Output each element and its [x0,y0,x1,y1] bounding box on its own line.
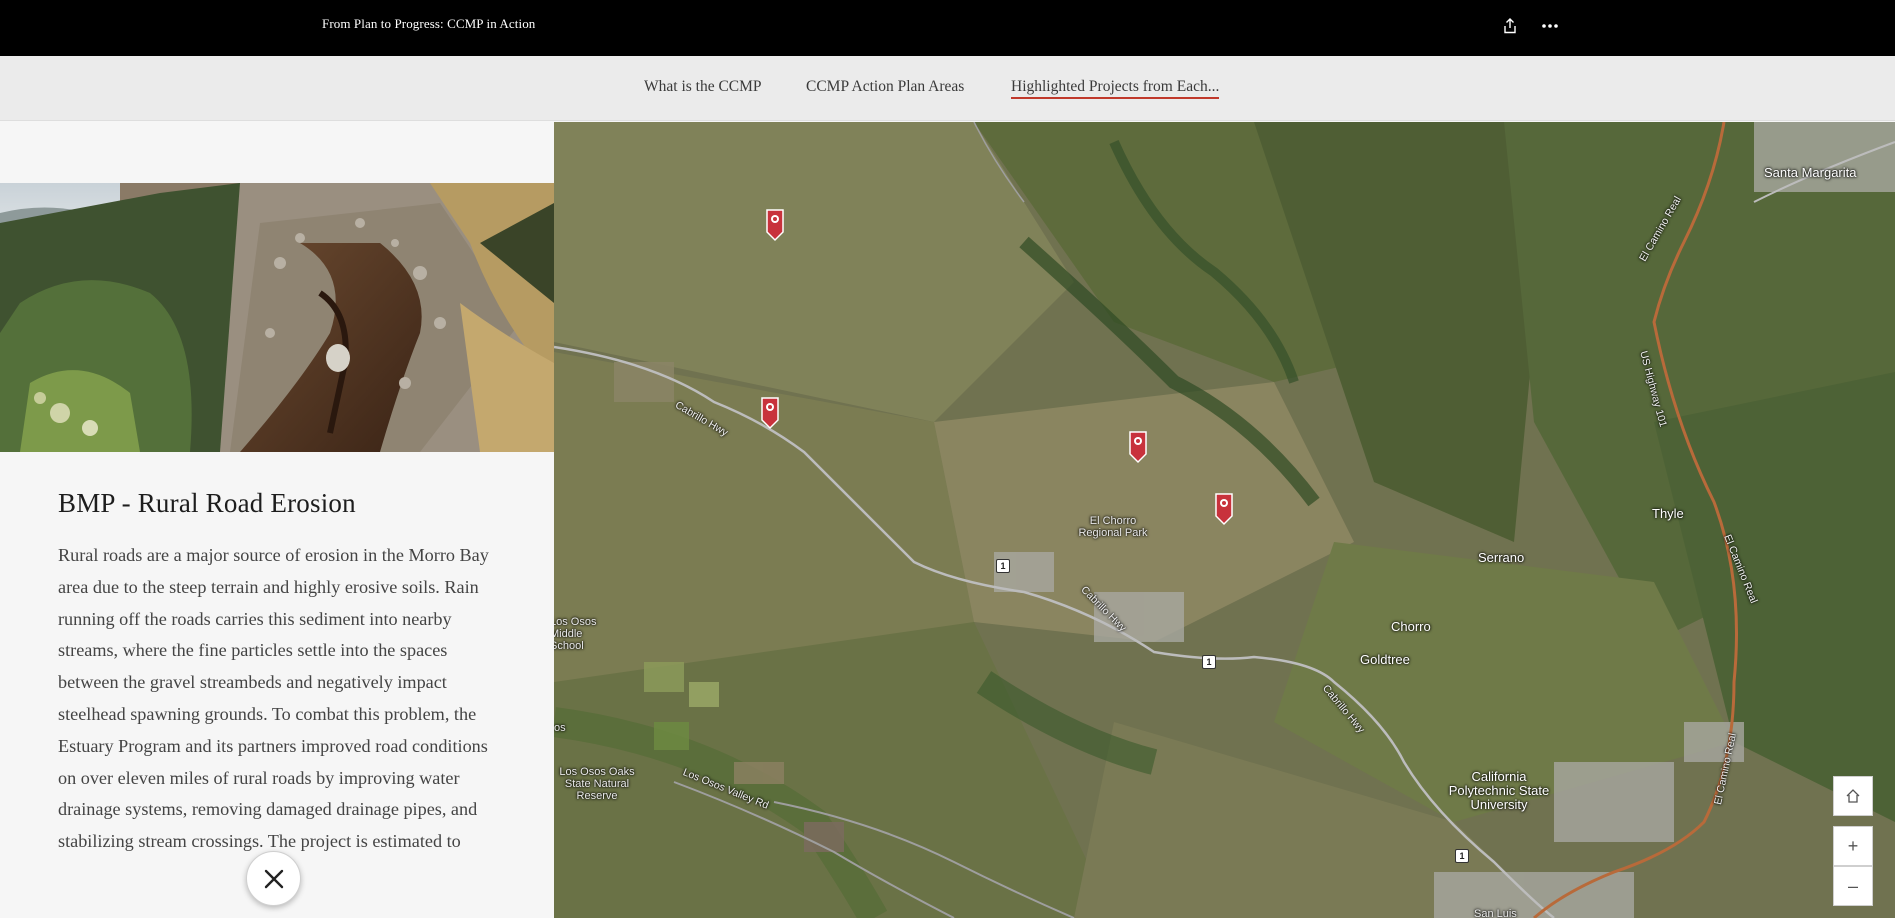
tab-what-is-ccmp[interactable]: What is the CCMP [644,78,762,96]
close-button[interactable] [246,851,301,906]
project-marker[interactable] [1128,430,1148,464]
tab-highlighted-projects[interactable]: Highlighted Projects from Each... [1011,78,1220,99]
top-header: From Plan to Progress: CCMP in Action [0,0,1895,56]
map-pin-icon [761,397,779,430]
label-serrano: Serrano [1478,550,1525,565]
share-button[interactable] [1496,12,1524,40]
map-pin-icon [1129,431,1147,464]
close-icon [264,869,283,888]
zoom-out-button[interactable]: – [1833,866,1873,906]
zoom-in-button[interactable]: + [1833,826,1873,866]
story-navigation: What is the CCMP CCMP Action Plan Areas … [0,56,1895,121]
share-icon [1504,18,1516,34]
label-santa-margarita: Santa Margarita [1764,165,1857,180]
label-san-luis: San Luis [1474,908,1517,918]
map-pin-icon [766,209,784,242]
project-marker[interactable] [760,396,780,430]
project-heading: BMP - Rural Road Erosion [58,488,356,518]
map-home-button[interactable] [1833,776,1873,816]
home-icon [1846,789,1860,803]
label-thyle: Thyle [1652,506,1684,521]
more-options-button[interactable] [1536,12,1564,40]
map-pin-icon [1215,493,1233,526]
label-goldtree: Goldtree [1360,652,1410,667]
project-description: Rural roads are a major source of erosio… [58,545,489,852]
satellite-map[interactable]: Santa Margarita El Camino Real US Highwa… [554,122,1895,918]
label-cal-poly: California Polytechnic State University [1448,769,1550,812]
more-horizontal-icon [1542,24,1558,28]
rural-road-erosion-photo [0,183,554,452]
narrative-panel: BMP - Rural Road Erosion Rural roads are… [0,122,554,918]
label-los-osos-middle-school: Los Osos Middle School [554,616,597,652]
story-title: From Plan to Progress: CCMP in Action [322,16,536,31]
label-el-chorro-park: El Chorro Regional Park [1078,515,1148,539]
route-1-shield: 1 [996,559,1010,573]
tab-action-plan-areas[interactable]: CCMP Action Plan Areas [806,78,964,96]
label-chorro: Chorro [1391,619,1431,634]
route-1-shield: 1 [1455,849,1469,863]
route-1-shield: 1 [1202,655,1216,669]
project-marker[interactable] [765,208,785,242]
project-marker[interactable] [1214,492,1234,526]
label-los-osos-oaks: Los Osos Oaks State Natural Reserve [559,766,635,802]
label-los-osos-edge: os [554,722,566,734]
